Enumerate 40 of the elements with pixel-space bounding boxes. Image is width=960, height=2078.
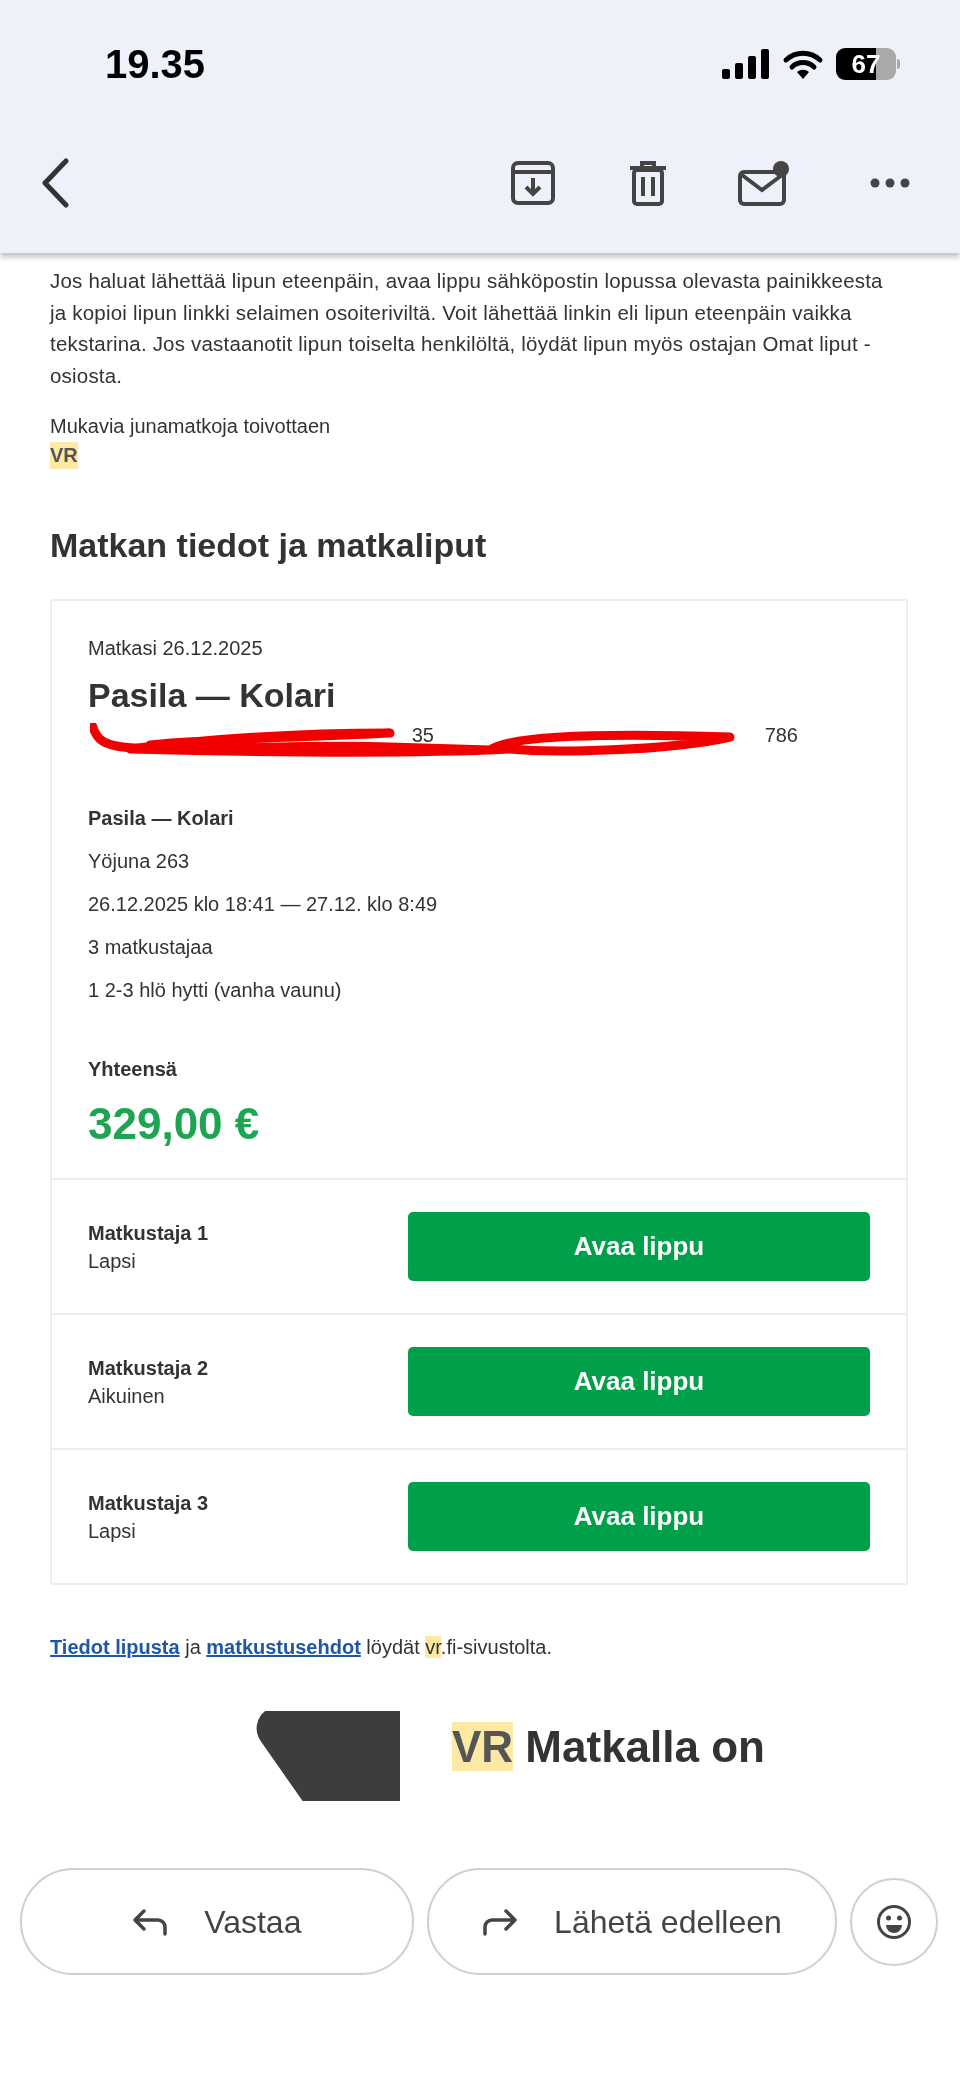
smiley-icon [876, 1903, 913, 1940]
leg-detail: 26.12.2025 klo 18:41 — 27.12. klo 8:49 [88, 892, 439, 917]
wifi-icon [782, 48, 824, 79]
status-time: 19.35 [105, 40, 206, 88]
highlighted-text: vr [425, 1636, 441, 1658]
passenger-label: Matkustaja 3 [88, 1490, 210, 1516]
passenger-type: Lapsi [88, 1518, 137, 1544]
promo-heading: VR Matkalla on [452, 1721, 765, 1773]
route-title: Pasila — Kolari [88, 675, 337, 715]
total-label: Yhteensä [88, 1057, 178, 1082]
redacted-number-tail: 35 [411, 723, 434, 747]
forward-icon [482, 1907, 519, 1936]
redacted-number-tail: 786 [764, 723, 798, 747]
footer-note: Tiedot lipusta ja matkustusehdot löydät vr.fi-sivustolta. [50, 1635, 553, 1660]
passenger-label: Matkustaja 1 [88, 1220, 210, 1246]
signature: VR [50, 442, 78, 469]
leg-route: Pasila — Kolari [88, 806, 235, 831]
reply-icon [132, 1907, 169, 1936]
reply-button[interactable]: Vastaa [20, 1868, 414, 1975]
body-paragraph: Jos haluat lähettää lipun eteenpäin, avaa lippu sähköpostin lopussa olevasta painikkeesta ja kopioi lipun linkki selaimen osoiteriviltä. Voit lähettää linkin eli lipun eteenpäin vaikka tekstarina. Jos vastaanotit lipun toiselta henkilöltä, löydät lipun myös ostajan Omat liput -osiosta. [50, 268, 884, 389]
forward-button[interactable]: Lähetä edelleen [426, 1868, 838, 1975]
total-price: 329,00 € [88, 1098, 261, 1150]
signal-icon [722, 48, 770, 79]
passenger-type: Aikuinen [88, 1383, 166, 1409]
leg-detail: 3 matkustajaa [88, 935, 214, 960]
passenger-type: Lapsi [88, 1248, 137, 1274]
trip-date: Matkasi 26.12.2025 [88, 636, 264, 661]
more-icon[interactable] [870, 177, 910, 188]
highlighted-text: VR [452, 1722, 514, 1771]
leg-detail: 1 2-3 hlö hytti (vanha vaunu) [88, 978, 343, 1003]
closing-text: Mukavia junamatkoja toivottaen [50, 414, 332, 439]
passenger-label: Matkustaja 2 [88, 1355, 210, 1381]
back-icon[interactable] [40, 157, 70, 208]
archive-icon[interactable] [510, 159, 556, 206]
delete-icon[interactable] [628, 159, 668, 206]
section-heading: Matkan tiedot ja matkaliput [50, 525, 488, 565]
leg-detail: Yöjuna 263 [88, 849, 191, 874]
link[interactable]: matkustusehdot [206, 1636, 361, 1658]
link[interactable]: Tiedot lipusta [50, 1636, 180, 1658]
mark-unread-icon[interactable] [738, 159, 790, 206]
